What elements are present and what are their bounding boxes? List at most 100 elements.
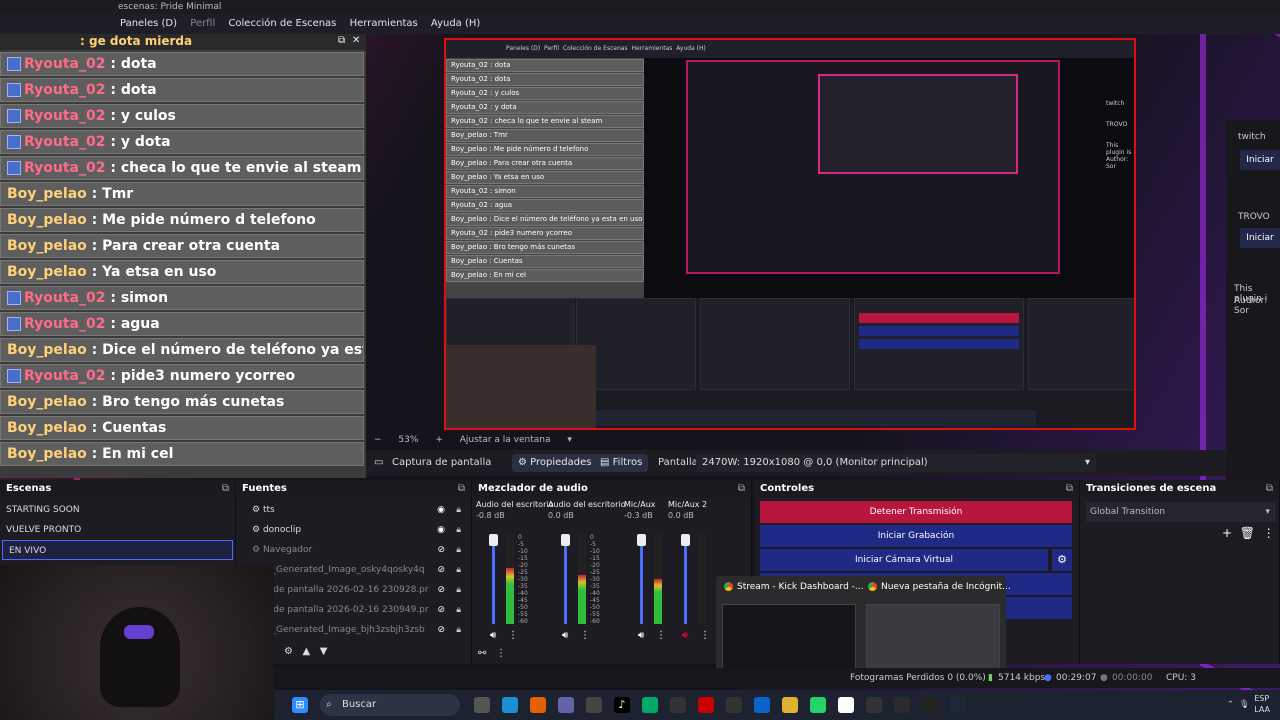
- lock-icon[interactable]: 🔒︎: [456, 620, 461, 640]
- volume-slider-handle[interactable]: [637, 534, 646, 546]
- scene-item-active[interactable]: EN VIVO: [2, 540, 233, 560]
- menu-tools[interactable]: Herramientas: [350, 18, 418, 29]
- lock-icon[interactable]: 🔒︎: [456, 540, 461, 560]
- eye-hidden-icon[interactable]: ⊘: [437, 560, 445, 580]
- app-icon[interactable]: [726, 697, 742, 713]
- zoom-level[interactable]: 53%: [398, 435, 418, 445]
- eye-hidden-icon[interactable]: ⊘: [437, 540, 445, 560]
- dock-float-icon[interactable]: ⧉: [738, 480, 745, 498]
- eye-icon[interactable]: ◉: [437, 500, 445, 520]
- mail-icon[interactable]: [754, 697, 770, 713]
- add-icon[interactable]: +: [1222, 526, 1232, 540]
- chevron-up-icon[interactable]: ⌃: [1227, 700, 1234, 709]
- lock-icon[interactable]: 🔒︎: [456, 520, 461, 540]
- volume-slider-handle[interactable]: [489, 534, 498, 546]
- taskbar-search[interactable]: ⌕ Buscar: [320, 694, 460, 716]
- speaker-icon[interactable]: 🔊︎: [562, 630, 568, 641]
- volume-slider-handle[interactable]: [681, 534, 690, 546]
- zoom-fit[interactable]: Ajustar a la ventana: [460, 435, 551, 445]
- start-virtual-camera-button[interactable]: Iniciar Cámara Virtual: [760, 549, 1048, 571]
- lock-icon[interactable]: 🔒︎: [456, 560, 461, 580]
- start-recording-button[interactable]: Iniciar Grabación: [760, 525, 1072, 547]
- speaker-icon[interactable]: 🔊︎: [490, 630, 496, 641]
- gear-icon[interactable]: ⚙: [284, 646, 293, 657]
- obs-icon[interactable]: [866, 697, 882, 713]
- microphone-icon[interactable]: 🎙︎: [1239, 700, 1249, 709]
- preview-tab-kick[interactable]: Stream - Kick Dashboard -...: [724, 582, 863, 592]
- steam-icon[interactable]: [950, 697, 966, 713]
- eye-icon[interactable]: ◉: [437, 520, 445, 540]
- menu-scene-collection[interactable]: Colección de Escenas: [228, 18, 336, 29]
- lock-icon[interactable]: 🔒︎: [456, 600, 461, 620]
- windows-start-icon[interactable]: ⊞: [292, 697, 308, 713]
- incognito-thumbnail[interactable]: [866, 604, 1000, 676]
- dock-float-icon[interactable]: ⧉: [1266, 480, 1273, 498]
- store-icon[interactable]: [586, 697, 602, 713]
- app-icon[interactable]: [922, 697, 938, 713]
- more-icon[interactable]: ⋮: [580, 630, 590, 641]
- eye-hidden-icon[interactable]: ⊘: [437, 620, 445, 640]
- netflix-icon[interactable]: [698, 697, 714, 713]
- more-icon[interactable]: ⋮: [656, 630, 666, 641]
- chevron-down-icon[interactable]: ▼: [320, 646, 328, 657]
- more-icon[interactable]: ⋮: [496, 648, 506, 659]
- program-preview[interactable]: Paneles (D) Perfil Colección de Escenas …: [444, 38, 1136, 430]
- dock-float-icon[interactable]: ⧉: [222, 480, 229, 498]
- lock-icon[interactable]: 🔒︎: [456, 580, 461, 600]
- dock-float-icon[interactable]: ⧉: [458, 480, 465, 498]
- muted-speaker-icon[interactable]: 🔊︎: [682, 630, 688, 641]
- virtual-camera-settings-icon[interactable]: ⚙: [1052, 549, 1072, 571]
- filters-button[interactable]: ▤ Filtros: [594, 454, 649, 472]
- link-icon[interactable]: ⚯: [478, 648, 486, 659]
- preview-tab-incognito[interactable]: Nueva pestaña de Incógnit...: [868, 582, 1011, 592]
- close-icon[interactable]: ✕: [352, 35, 360, 46]
- display-select[interactable]: 2470W: 1920x1080 @ 0,0 (Monitor principa…: [696, 454, 1096, 472]
- firefox-icon[interactable]: [530, 697, 546, 713]
- source-item[interactable]: ⚙ donoclip ◉ 🔒︎: [236, 520, 471, 540]
- speaker-icon[interactable]: 🔊︎: [638, 630, 644, 641]
- source-item[interactable]: ⚙ Navegador ⊘ 🔒︎: [236, 540, 471, 560]
- volume-slider[interactable]: [492, 534, 495, 624]
- zoom-plus-icon[interactable]: +: [435, 435, 443, 445]
- stop-stream-button[interactable]: Detener Transmisión: [760, 501, 1072, 523]
- eye-hidden-icon[interactable]: ⊘: [437, 580, 445, 600]
- transition-select[interactable]: Global Transition ▾: [1086, 502, 1276, 522]
- task-view-icon[interactable]: [474, 697, 490, 713]
- properties-button[interactable]: ⚙ Propiedades: [512, 454, 598, 472]
- more-icon[interactable]: ⋮: [508, 630, 518, 641]
- volume-slider-handle[interactable]: [561, 534, 570, 546]
- folder-icon[interactable]: [782, 697, 798, 713]
- app-icon[interactable]: [670, 697, 686, 713]
- chevron-down-icon[interactable]: ▾: [567, 435, 572, 445]
- volume-slider[interactable]: [684, 534, 687, 624]
- teams-icon[interactable]: [558, 697, 574, 713]
- chrome-icon[interactable]: [838, 697, 854, 713]
- trash-icon[interactable]: 🗑︎: [1240, 526, 1255, 540]
- chevron-up-icon[interactable]: ▲: [303, 646, 311, 657]
- preview-side-text: twitch TROVO This plugin is Author: Sor: [1106, 100, 1132, 170]
- menu-profile[interactable]: Perfil: [190, 18, 215, 29]
- float-icon[interactable]: ⧉: [338, 35, 345, 46]
- scene-item[interactable]: STARTING SOON: [0, 500, 235, 520]
- scene-item[interactable]: VUELVE PRONTO: [0, 520, 235, 540]
- volume-slider[interactable]: [640, 534, 643, 624]
- whatsapp-icon[interactable]: [810, 697, 826, 713]
- app-icon[interactable]: [894, 697, 910, 713]
- lock-icon[interactable]: 🔒︎: [456, 500, 461, 520]
- app-icon[interactable]: [642, 697, 658, 713]
- eye-hidden-icon[interactable]: ⊘: [437, 600, 445, 620]
- menu-help[interactable]: Ayuda (H): [431, 18, 480, 29]
- more-icon[interactable]: ⋮: [700, 630, 710, 641]
- volume-slider[interactable]: [564, 534, 567, 624]
- more-icon[interactable]: ⋮: [1263, 526, 1275, 540]
- edge-icon[interactable]: [502, 697, 518, 713]
- trovo-start-button[interactable]: Iniciar: [1240, 228, 1280, 248]
- zoom-minus-icon[interactable]: −: [374, 435, 382, 445]
- dock-float-icon[interactable]: ⧉: [1066, 480, 1073, 498]
- system-tray[interactable]: ⌃ 🎙︎ ESP LAA: [1227, 693, 1270, 715]
- source-item[interactable]: ⚙ tts ◉ 🔒︎: [236, 500, 471, 520]
- twitch-start-button[interactable]: Iniciar: [1240, 150, 1280, 170]
- tiktok-icon[interactable]: ♪: [614, 697, 630, 713]
- menu-panels[interactable]: Paneles (D): [120, 18, 177, 29]
- kick-thumbnail[interactable]: [722, 604, 856, 676]
